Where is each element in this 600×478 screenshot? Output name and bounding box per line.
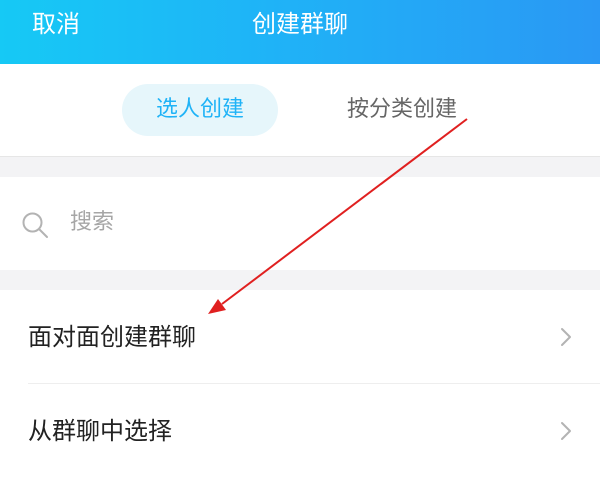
tab-by-category[interactable]: 按分类创建 — [318, 84, 486, 136]
search-placeholder: 搜索 — [70, 210, 115, 235]
search-input[interactable]: 搜索 — [0, 177, 600, 270]
chevron-right-icon — [561, 328, 571, 346]
list-item-label: 从群聊中选择 — [28, 417, 172, 445]
list-item-face-to-face[interactable]: 面对面创建群聊 — [0, 290, 600, 384]
section-gap — [0, 270, 600, 290]
create-mode-tabs: 选人创建 按分类创建 — [0, 64, 600, 156]
list-item-label: 面对面创建群聊 — [28, 323, 196, 351]
section-gap — [0, 157, 600, 177]
search-icon — [22, 212, 48, 238]
list-item-from-group[interactable]: 从群聊中选择 — [0, 384, 600, 478]
tab-select-people[interactable]: 选人创建 — [122, 84, 278, 136]
header-bar: 取消 创建群聊 — [0, 0, 600, 64]
page-title: 创建群聊 — [252, 10, 348, 38]
chevron-right-icon — [561, 422, 571, 440]
